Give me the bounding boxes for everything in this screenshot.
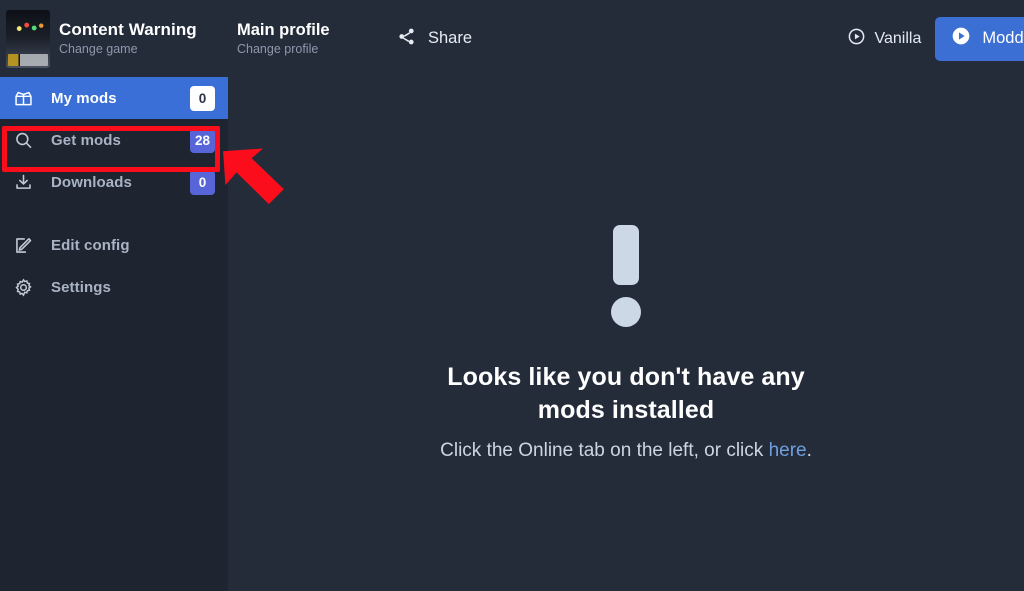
launch-buttons: Vanilla Modded (833, 0, 1024, 77)
sidebar-label-downloads: Downloads (51, 173, 132, 191)
top-header-bar: Content Warning Change game Main profile… (0, 0, 1024, 77)
app-window: Content Warning Change game Main profile… (0, 0, 1024, 591)
profile-title: Main profile (237, 20, 330, 39)
modded-label: Modded (982, 29, 1024, 47)
empty-state-title: Looks like you don't have any mods insta… (447, 362, 805, 424)
launch-modded-button[interactable]: Modded (935, 16, 1024, 61)
empty-state: Looks like you don't have any mods insta… (416, 224, 836, 466)
sidebar-label-my-mods: My mods (51, 89, 117, 107)
game-title: Content Warning (59, 19, 197, 39)
exclamation-mark-icon (608, 224, 644, 327)
vanilla-label: Vanilla (874, 29, 922, 47)
gear-icon (10, 277, 36, 298)
change-game-link[interactable]: Change game (59, 41, 197, 58)
launch-vanilla-button[interactable]: Vanilla (833, 18, 936, 59)
share-button[interactable]: Share (389, 21, 480, 57)
search-icon (10, 130, 36, 151)
edit-pencil-icon (10, 235, 36, 256)
profile-selector[interactable]: Main profile Change profile (237, 20, 387, 58)
game-thumbnail-icon (6, 9, 50, 68)
share-icon (397, 27, 416, 51)
game-selector[interactable]: Content Warning Change game (0, 0, 228, 77)
sidebar-item-my-mods[interactable]: My mods 0 (0, 77, 228, 119)
empty-state-subtitle-text: Click the Online tab on the left, or cli… (440, 439, 769, 461)
open-box-icon (10, 88, 36, 109)
sidebar-label-settings: Settings (51, 278, 111, 296)
empty-state-subtitle: Click the Online tab on the left, or cli… (416, 436, 836, 466)
sidebar-nav: My mods 0 Get mods 28 Downloads 0 Edit c… (0, 77, 228, 591)
download-icon (10, 172, 36, 193)
sidebar-divider-gap (0, 203, 228, 224)
change-profile-link[interactable]: Change profile (237, 41, 387, 58)
empty-state-subtitle-period: . (806, 439, 812, 461)
here-link[interactable]: here (769, 440, 807, 461)
sidebar-badge-get-mods: 28 (189, 127, 215, 153)
sidebar-item-settings[interactable]: Settings (0, 266, 228, 308)
main-content-area: Looks like you don't have any mods insta… (228, 77, 1024, 591)
play-circle-filled-icon (951, 26, 971, 51)
share-label: Share (428, 29, 473, 47)
play-circle-outline-icon (847, 27, 866, 51)
sidebar-badge-downloads: 0 (190, 169, 215, 195)
sidebar-item-edit-config[interactable]: Edit config (0, 224, 228, 266)
sidebar-label-edit-config: Edit config (51, 236, 130, 254)
sidebar-badge-my-mods: 0 (190, 85, 215, 111)
sidebar-item-downloads[interactable]: Downloads 0 (0, 161, 228, 203)
sidebar-label-get-mods: Get mods (51, 131, 121, 149)
sidebar-item-get-mods[interactable]: Get mods 28 (0, 119, 228, 161)
